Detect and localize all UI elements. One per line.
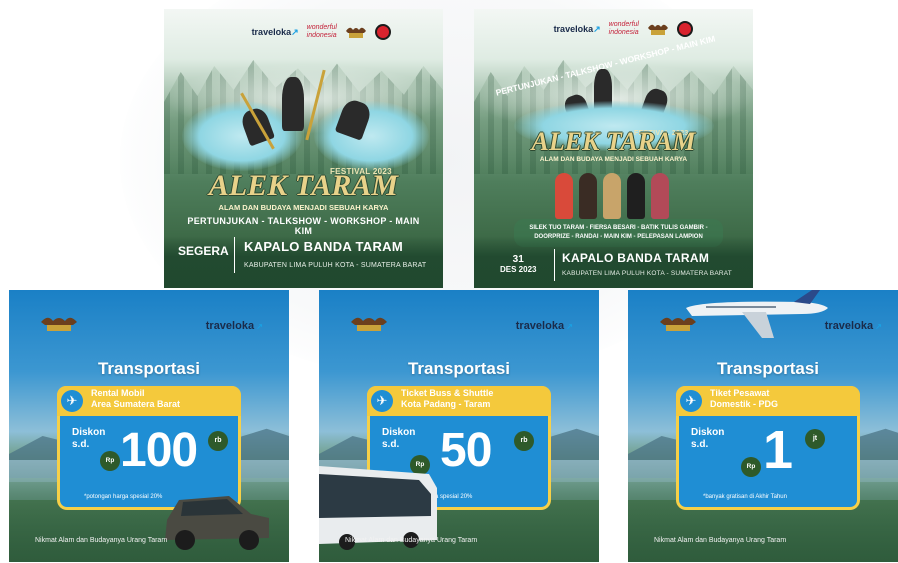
discount-box: ✈ Tiket Pesawat Domestik - PDG Diskon s.d.… xyxy=(676,386,860,510)
partner-logos: traveloka↗ wonderful indonesia xyxy=(554,21,693,37)
card-footer: Nikmat Alam dan Budayanya Urang Taram xyxy=(654,537,787,544)
discount-note: *banyak gratisan di Akhir Tahun xyxy=(703,494,787,500)
offer-title: Rental Mobil Area Sumatera Barat xyxy=(91,388,181,409)
divider xyxy=(234,237,235,273)
date-month: DES 2023 xyxy=(500,265,537,274)
airplane-icon: ✈ xyxy=(680,390,702,412)
unit-badge: jt xyxy=(805,429,825,449)
lineup-line-1: SILEK TUO TARAM - FIERSA BESARI - BATIK … xyxy=(529,225,708,231)
festival-title: ALEK TARAM xyxy=(531,127,696,156)
festival-tagline: ALAM DAN BUDAYA MENJADI SEBUAH KARYA xyxy=(539,156,688,163)
traveloka-logo: traveloka ↗ xyxy=(824,320,882,332)
discount-value: 50 xyxy=(440,424,492,477)
dancer-figure xyxy=(282,77,304,131)
offer-header: ✈ Tiket Pesawat Domestik - PDG xyxy=(676,386,860,416)
card-heading: Transportasi xyxy=(97,359,201,378)
date-label: SEGERA xyxy=(178,244,229,258)
seal-logo xyxy=(677,21,693,37)
performer-photo xyxy=(579,173,597,219)
rumah-gadang-logo xyxy=(647,22,669,36)
airplane-image xyxy=(682,290,832,342)
currency-badge: Rp xyxy=(100,451,120,471)
festival-tagline: ALAM DAN BUDAYA MENJADI SEBUAH KARYA xyxy=(218,203,389,212)
card-heading: Transportasi xyxy=(407,359,511,378)
offer-header: ✈ Ticket Buss & Shuttle Kota Padang - Tar… xyxy=(367,386,551,416)
performer-photo xyxy=(651,173,669,219)
venue-name: KAPALO BANDA TARAM xyxy=(562,251,710,265)
card-footer: Nikmat Alam dan Budayanya Urang Taram xyxy=(345,537,478,544)
car-image xyxy=(159,480,271,550)
event-date: 31 DES 2023 xyxy=(500,254,536,274)
rumah-gadang-logo xyxy=(39,314,79,338)
discount-value: 1 xyxy=(763,420,793,480)
performer-photo xyxy=(555,173,573,219)
promo-card-rental-mobil[interactable]: traveloka ↗ Transportasi ✈ Rental Mobil A… xyxy=(9,290,289,562)
card-heading: Transportasi xyxy=(716,359,820,378)
rumah-gadang-logo xyxy=(345,25,367,39)
airplane-icon: ✈ xyxy=(61,390,83,412)
festival-poster-31-des[interactable]: traveloka↗ wonderful indonesia PERTUNJUKA… xyxy=(474,9,753,288)
traveloka-logo: traveloka ↗ xyxy=(205,320,263,332)
date-day: 31 xyxy=(512,254,524,265)
rumah-gadang-logo xyxy=(349,314,389,338)
offer-header: ✈ Rental Mobil Area Sumatera Barat xyxy=(57,386,241,416)
discount-label: Diskon s.d. xyxy=(72,427,106,450)
offer-title: Ticket Buss & Shuttle Kota Padang - Taram xyxy=(401,388,494,409)
festival-poster-segera[interactable]: traveloka↗ wonderful indonesia FESTIVAL 2… xyxy=(164,9,443,288)
venue-name: KAPALO BANDA TARAM xyxy=(244,239,403,254)
unit-badge: rb xyxy=(208,431,228,451)
partner-logos: traveloka↗ wonderful indonesia xyxy=(252,24,391,40)
airplane-icon: ✈ xyxy=(371,390,393,412)
discount-label: Diskon s.d. xyxy=(691,427,725,450)
performer-photos xyxy=(546,173,678,219)
card-footer: Nikmat Alam dan Budayanya Urang Taram xyxy=(35,537,168,544)
activities-line: PERTUNJUKAN - TALKSHOW - WORKSHOP - MAIN… xyxy=(187,216,420,236)
unit-badge: rb xyxy=(514,431,534,451)
traveloka-logo: traveloka ↗ xyxy=(515,320,573,332)
discount-label: Diskon s.d. xyxy=(382,427,416,450)
performer-photo xyxy=(627,173,645,219)
wonderful-indonesia-logo: wonderful indonesia xyxy=(306,24,337,39)
promo-card-bus-shuttle[interactable]: traveloka ↗ Transportasi ✈ Ticket Buss &… xyxy=(319,290,599,562)
performer-photo xyxy=(603,173,621,219)
traveloka-logo: traveloka↗ xyxy=(553,23,601,34)
promo-card-tiket-pesawat[interactable]: traveloka ↗ Transportasi ✈ Tiket Pesawat… xyxy=(628,290,898,562)
water-splash xyxy=(314,101,429,171)
offer-title: Tiket Pesawat Domestik - PDG xyxy=(710,388,779,409)
festival-title: ALEK TARAM xyxy=(208,169,399,202)
traveloka-logo: traveloka↗ xyxy=(251,26,299,37)
region-text: KABUPATEN LIMA PULUH KOTA - SUMATERA BAR… xyxy=(562,270,732,277)
divider xyxy=(554,249,555,281)
discount-value: 100 xyxy=(120,424,198,477)
seal-logo xyxy=(375,24,391,40)
discount-note: *potongan harga spesial 20% xyxy=(84,494,163,500)
region-text: KABUPATEN LIMA PULUH KOTA - SUMATERA BAR… xyxy=(244,262,427,269)
wonderful-indonesia-logo: wonderful indonesia xyxy=(608,21,639,36)
currency-badge: Rp xyxy=(741,457,761,477)
